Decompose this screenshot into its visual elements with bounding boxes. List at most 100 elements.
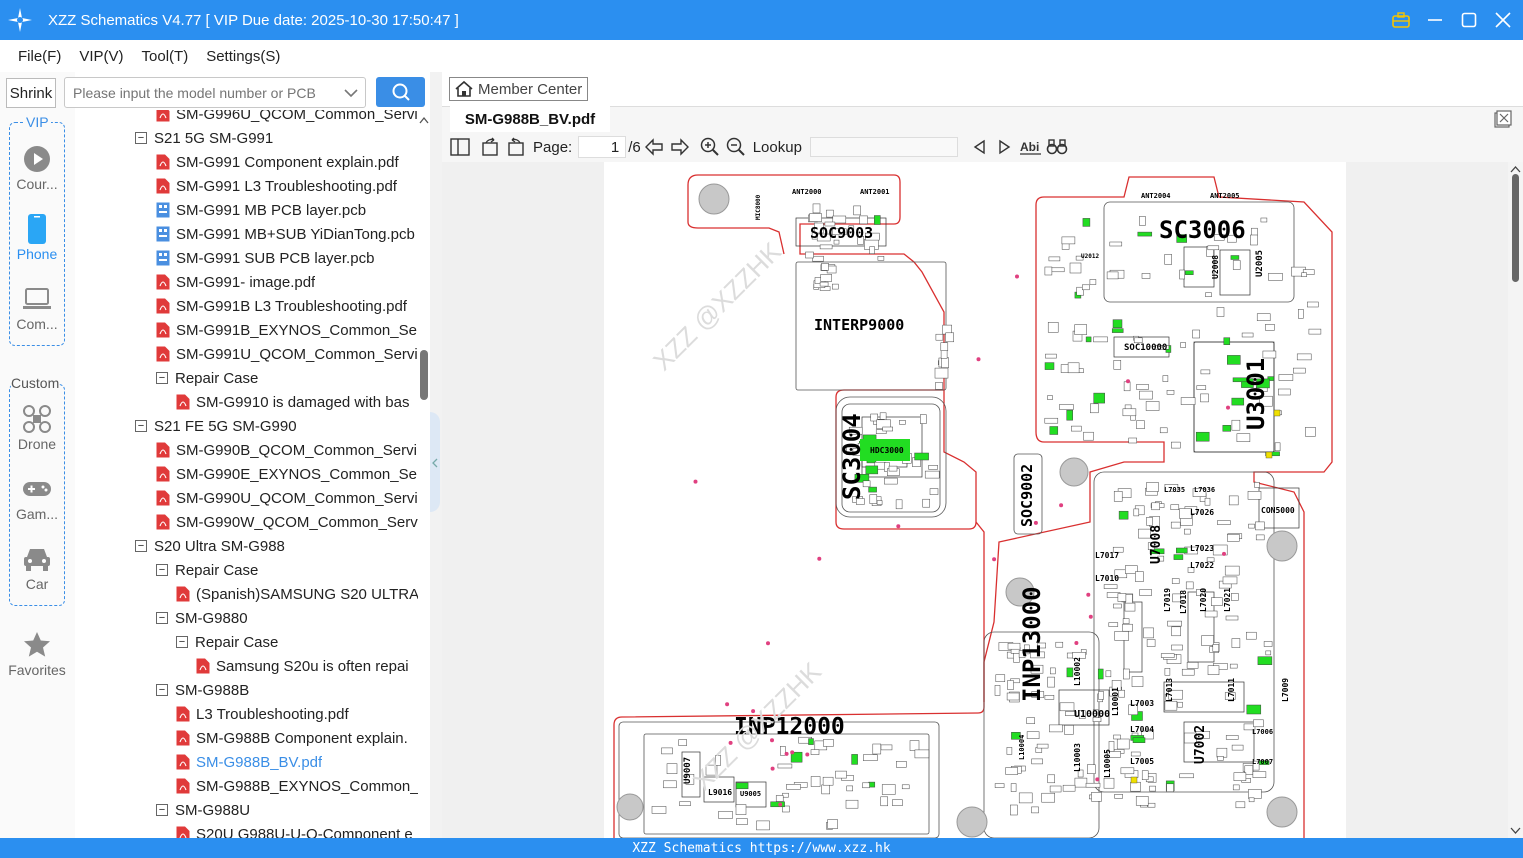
tree-file[interactable]: SM-G990B_QCOM_Common_Servi: [156, 438, 420, 462]
chevron-down-icon[interactable]: [344, 88, 358, 98]
tree-folder[interactable]: − S21 FE 5G SM-G990: [135, 414, 420, 438]
pdf-file-icon[interactable]: [176, 778, 190, 794]
pdf-file-icon[interactable]: [156, 442, 170, 458]
pdf-file-icon[interactable]: [156, 154, 170, 170]
tree-file[interactable]: SM-G988B_BV.pdf: [176, 750, 420, 774]
minimize-button[interactable]: [1425, 10, 1445, 30]
collapse-icon[interactable]: −: [135, 540, 147, 552]
search-input[interactable]: [73, 84, 338, 101]
tree-file[interactable]: SM-G988B Component explain.: [176, 726, 420, 750]
briefcase-icon[interactable]: [1391, 10, 1411, 30]
tree-file[interactable]: SM-G990E_EXYNOS_Common_Serv: [156, 462, 420, 486]
zoom-in-icon[interactable]: [697, 134, 723, 160]
pdf-file-icon[interactable]: [176, 754, 190, 770]
tab-document[interactable]: SM-G988B_BV.pdf: [450, 106, 610, 132]
close-button[interactable]: [1493, 10, 1513, 30]
nav-car[interactable]: Car: [8, 542, 66, 592]
prev-page-icon[interactable]: [641, 134, 667, 160]
tree-folder[interactable]: − S20 Ultra SM-G988: [135, 534, 420, 558]
pdf-file-icon[interactable]: [176, 394, 190, 410]
tree-file[interactable]: SM-G988B_EXYNOS_Common_S: [176, 774, 420, 798]
tree-file[interactable]: (Spanish)SAMSUNG S20 ULTRA: [176, 582, 420, 606]
tree-folder[interactable]: − Repair Case: [156, 366, 420, 390]
next-page-icon[interactable]: [667, 134, 693, 160]
pdf-file-icon[interactable]: [156, 322, 170, 338]
tree-folder[interactable]: − SM-G988B: [156, 678, 420, 702]
collapse-icon[interactable]: −: [156, 372, 168, 384]
find-next-icon[interactable]: [992, 134, 1018, 160]
collapse-icon[interactable]: −: [156, 612, 168, 624]
pdf-file-icon[interactable]: [156, 298, 170, 314]
tree-file[interactable]: SM-G991B L3 Troubleshooting.pdf: [156, 294, 420, 318]
collapse-icon[interactable]: −: [135, 420, 147, 432]
pdf-file-icon[interactable]: [176, 730, 190, 746]
pdf-file-icon[interactable]: [156, 110, 170, 122]
nav-games[interactable]: Gam...: [8, 472, 66, 522]
pcb-file-icon[interactable]: [156, 226, 170, 242]
tree-scroll-thumb[interactable]: [420, 350, 428, 400]
tree-folder[interactable]: − Repair Case: [176, 630, 420, 654]
close-tab-icon[interactable]: [1494, 110, 1512, 128]
sidebar-toggle-icon[interactable]: [447, 134, 473, 160]
pdf-file-icon[interactable]: [176, 586, 190, 602]
tree-folder[interactable]: − Repair Case: [156, 558, 420, 582]
tree-file[interactable]: SM-G991 MB PCB layer.pcb: [156, 198, 420, 222]
menu-tool[interactable]: Tool(T): [133, 48, 198, 65]
rotate-right-icon[interactable]: [503, 134, 529, 160]
collapse-left-icon[interactable]: [430, 456, 440, 470]
collapse-icon[interactable]: −: [156, 804, 168, 816]
menu-file[interactable]: File(F): [0, 48, 70, 65]
tree-file[interactable]: SM-G991U_QCOM_Common_Servi: [156, 342, 420, 366]
pdf-file-icon[interactable]: [176, 706, 190, 722]
pdf-file-icon[interactable]: [176, 826, 190, 838]
pane-splitter[interactable]: [430, 72, 442, 838]
shrink-button[interactable]: Shrink: [6, 78, 56, 108]
nav-drone[interactable]: Drone: [8, 402, 66, 452]
pdf-file-icon[interactable]: [156, 178, 170, 194]
tree-file[interactable]: SM-G991 Component explain.pdf: [156, 150, 420, 174]
tree-folder[interactable]: − SM-G9880: [156, 606, 420, 630]
pdf-file-icon[interactable]: [156, 274, 170, 290]
find-prev-icon[interactable]: [966, 134, 992, 160]
tree-file[interactable]: SM-G990W_QCOM_Common_Servi: [156, 510, 420, 534]
tree-file[interactable]: SM-G991 MB+SUB YiDianTong.pcb: [156, 222, 420, 246]
member-center-button[interactable]: Member Center: [449, 77, 588, 101]
tree-scrollbar[interactable]: [418, 110, 430, 838]
match-case-icon[interactable]: Abi: [1018, 134, 1044, 160]
pcb-file-icon[interactable]: [156, 202, 170, 218]
tree-folder[interactable]: − SM-G988U: [156, 798, 420, 822]
nav-computer[interactable]: Com...: [8, 282, 66, 332]
nav-favorites[interactable]: Favorites: [4, 628, 70, 678]
tree-file[interactable]: SM-G991- image.pdf: [156, 270, 420, 294]
menu-vip[interactable]: VIP(V): [70, 48, 132, 65]
tree-file[interactable]: SM-G991 SUB PCB layer.pcb: [156, 246, 420, 270]
page-input[interactable]: 1: [578, 136, 627, 158]
tree-file[interactable]: Samsung S20u is often repai: [196, 654, 420, 678]
nav-phone[interactable]: Phone: [8, 212, 66, 262]
collapse-icon[interactable]: −: [176, 636, 188, 648]
maximize-button[interactable]: [1459, 10, 1479, 30]
pdf-file-icon[interactable]: [156, 514, 170, 530]
rotate-left-icon[interactable]: [477, 134, 503, 160]
tree-file[interactable]: SM-G996U_QCOM_Common_Servi: [156, 110, 420, 126]
zoom-out-icon[interactable]: [723, 134, 749, 160]
collapse-icon[interactable]: −: [156, 564, 168, 576]
tree-file[interactable]: L3 Troubleshooting.pdf: [176, 702, 420, 726]
tree-file[interactable]: SM-G991 L3 Troubleshooting.pdf: [156, 174, 420, 198]
pdf-page[interactable]: SOC9003 INTERP9000 SC3004 SOC9002 INP13000 IN…: [604, 162, 1346, 838]
tree-file[interactable]: SM-G991B_EXYNOS_Common_Serv: [156, 318, 420, 342]
collapse-icon[interactable]: −: [135, 132, 147, 144]
pdf-file-icon[interactable]: [156, 490, 170, 506]
pdf-file-icon[interactable]: [196, 658, 210, 674]
search-button[interactable]: [376, 77, 425, 107]
find-all-icon[interactable]: [1044, 134, 1070, 160]
lookup-input[interactable]: [809, 137, 958, 157]
tree-file[interactable]: SM-G990U_QCOM_Common_Servi: [156, 486, 420, 510]
nav-courses[interactable]: Cour...: [8, 142, 66, 192]
collapse-icon[interactable]: −: [156, 684, 168, 696]
pdf-file-icon[interactable]: [156, 346, 170, 362]
document-scrollbar[interactable]: [1508, 162, 1523, 838]
tree-file[interactable]: SM-G9910 is damaged with bas: [176, 390, 420, 414]
document-scroll-thumb[interactable]: [1512, 174, 1519, 282]
pdf-file-icon[interactable]: [156, 466, 170, 482]
